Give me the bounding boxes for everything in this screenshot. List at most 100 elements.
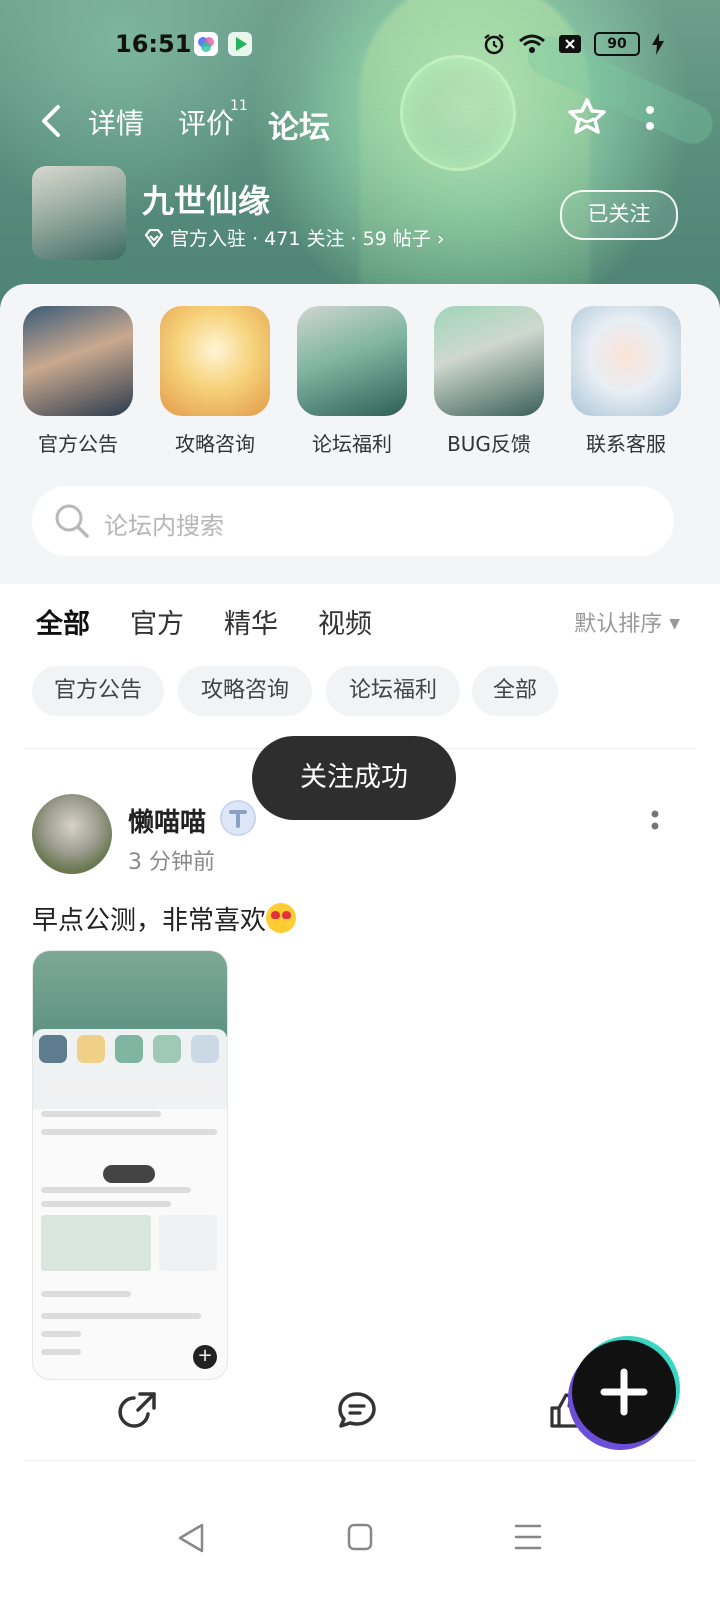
author-avatar[interactable] bbox=[32, 794, 112, 874]
filter-tab-label: 视频 bbox=[318, 609, 372, 640]
comment-icon[interactable] bbox=[336, 1390, 378, 1434]
share-icon[interactable] bbox=[118, 1390, 158, 1434]
category-customer-service[interactable]: 联系客服 bbox=[570, 306, 682, 457]
chip-official-notice[interactable]: 官方公告 bbox=[32, 666, 164, 716]
filter-tab-official[interactable]: 官方 bbox=[130, 602, 184, 641]
heart-eyes-emoji-icon bbox=[266, 903, 297, 933]
status-time: 16:51 bbox=[115, 30, 192, 58]
category-image bbox=[23, 306, 133, 416]
top-nav: 详情 评价 11 论坛 bbox=[0, 96, 720, 152]
search-icon bbox=[55, 504, 89, 538]
post-time: 3 分钟前 bbox=[128, 850, 215, 875]
reviews-count-badge: 11 bbox=[230, 98, 248, 114]
post-text-content: 早点公测，非常喜欢 bbox=[32, 906, 267, 936]
tab-reviews-label: 评价 bbox=[178, 107, 235, 140]
chip-all[interactable]: 全部 bbox=[472, 666, 558, 716]
category-bug-report[interactable]: BUG反馈 bbox=[433, 306, 545, 457]
game-meta[interactable]: 官方入驻 · 471 关注 · 59 帖子 › bbox=[144, 224, 444, 251]
category-welfare[interactable]: 论坛福利 bbox=[296, 306, 408, 457]
category-label: 官方公告 bbox=[38, 432, 118, 456]
system-home-icon[interactable] bbox=[346, 1522, 374, 1556]
post-text: 早点公测，非常喜欢 bbox=[32, 900, 297, 937]
status-icons: 90 bbox=[482, 32, 664, 56]
thumb-line bbox=[41, 1349, 81, 1355]
thumb-icon bbox=[77, 1035, 105, 1063]
filter-tab-label: 精华 bbox=[224, 609, 278, 640]
thumb-icon bbox=[39, 1035, 67, 1063]
thumb-plus-icon: + bbox=[193, 1345, 217, 1369]
search-placeholder: 论坛内搜索 bbox=[104, 512, 224, 540]
game-meta-text: 官方入驻 · 471 关注 · 59 帖子 › bbox=[170, 228, 445, 250]
forum-search-input[interactable]: 论坛内搜索 bbox=[32, 486, 674, 556]
post-more-icon[interactable] bbox=[650, 808, 660, 838]
category-label: 攻略咨询 bbox=[175, 432, 255, 456]
app-notification-icon bbox=[194, 32, 218, 56]
filter-tab-all[interactable]: 全部 bbox=[36, 602, 90, 641]
thumb-line bbox=[41, 1291, 131, 1297]
category-label: 论坛福利 bbox=[312, 432, 392, 456]
thumb-search bbox=[41, 1081, 219, 1095]
create-post-button[interactable] bbox=[572, 1340, 676, 1444]
category-official-notice[interactable]: 官方公告 bbox=[22, 306, 134, 457]
tab-forum-label: 论坛 bbox=[268, 110, 330, 146]
wifi-icon bbox=[519, 34, 545, 53]
thumb-icon bbox=[115, 1035, 143, 1063]
category-image bbox=[571, 306, 681, 416]
post-image[interactable]: + bbox=[32, 950, 228, 1380]
system-navigation-bar bbox=[0, 1488, 720, 1600]
system-menu-icon[interactable] bbox=[514, 1522, 542, 1556]
category-guides[interactable]: 攻略咨询 bbox=[159, 306, 271, 457]
dropdown-arrow-icon: ▼ bbox=[669, 616, 680, 632]
tab-details-label: 详情 bbox=[88, 107, 145, 140]
thumb-line bbox=[41, 1313, 201, 1319]
thumb-toast bbox=[103, 1165, 155, 1183]
author-level-badge-icon bbox=[220, 800, 256, 836]
chip-guides[interactable]: 攻略咨询 bbox=[178, 666, 312, 716]
diamond-icon bbox=[144, 228, 164, 248]
tab-reviews[interactable]: 评价 11 bbox=[178, 98, 248, 142]
game-name: 九世仙缘 bbox=[142, 182, 271, 220]
back-icon[interactable] bbox=[38, 104, 64, 142]
thumb-icon bbox=[191, 1035, 219, 1063]
battery-level: 90 bbox=[594, 32, 640, 56]
follow-button[interactable]: 已关注 bbox=[560, 190, 678, 240]
category-label: 联系客服 bbox=[586, 432, 666, 456]
filter-tab-label: 全部 bbox=[36, 609, 90, 640]
forum-category-panel: 官方公告 攻略咨询 论坛福利 BUG反馈 联系客服 论坛内搜索 bbox=[0, 284, 720, 584]
sort-dropdown[interactable]: 默认排序 ▼ bbox=[574, 606, 680, 638]
tab-details[interactable]: 详情 bbox=[88, 102, 144, 142]
alarm-icon bbox=[484, 34, 504, 55]
category-image bbox=[160, 306, 270, 416]
actions-divider bbox=[24, 1460, 696, 1461]
chip-welfare[interactable]: 论坛福利 bbox=[326, 666, 460, 716]
charging-icon bbox=[652, 33, 664, 55]
filter-tab-video[interactable]: 视频 bbox=[318, 602, 372, 641]
thumb-line bbox=[41, 1187, 191, 1193]
tab-forum[interactable]: 论坛 bbox=[268, 102, 330, 147]
thumb-line bbox=[41, 1129, 217, 1135]
thumb-icon bbox=[153, 1035, 181, 1063]
thumb-line bbox=[41, 1111, 161, 1117]
star-icon[interactable] bbox=[566, 96, 608, 142]
video-app-notification-icon bbox=[228, 32, 252, 56]
more-icon[interactable] bbox=[644, 104, 656, 138]
category-image bbox=[297, 306, 407, 416]
system-back-icon[interactable] bbox=[176, 1522, 206, 1558]
category-label: BUG反馈 bbox=[447, 432, 531, 456]
thumb-image bbox=[41, 1215, 151, 1271]
author-name[interactable]: 懒喵喵 bbox=[128, 802, 206, 839]
thumb-line bbox=[41, 1201, 171, 1207]
thumb-banner bbox=[33, 951, 227, 1037]
category-image bbox=[434, 306, 544, 416]
toast-message: 关注成功 bbox=[252, 736, 456, 820]
filter-tab-label: 官方 bbox=[130, 609, 184, 640]
sort-label: 默认排序 bbox=[574, 612, 663, 637]
game-avatar[interactable] bbox=[32, 166, 126, 260]
thumb-line bbox=[41, 1331, 81, 1337]
plus-icon bbox=[600, 1368, 648, 1416]
filter-tab-featured[interactable]: 精华 bbox=[224, 602, 278, 641]
sim-icon bbox=[559, 35, 581, 53]
thumb-image bbox=[159, 1215, 217, 1271]
status-bar: 16:51 90 bbox=[0, 22, 720, 70]
post-filters: 全部 官方 精华 视频 默认排序 ▼ 官方公告 攻略咨询 论坛福利 全部 bbox=[0, 584, 720, 754]
